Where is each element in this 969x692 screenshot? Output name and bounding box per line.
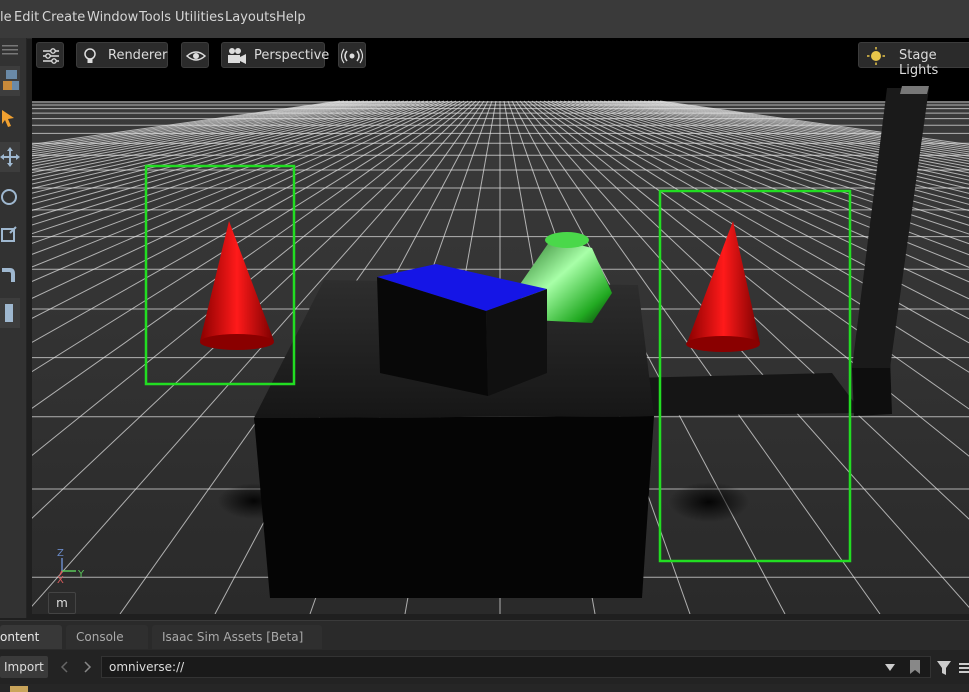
tab-console-label: Console <box>76 630 124 644</box>
stage-lights-label: Stage Lights <box>899 48 939 78</box>
menu-edit[interactable]: Edit <box>14 10 39 25</box>
filter-icon[interactable] <box>936 660 952 676</box>
axis-x-label: X <box>57 575 64 586</box>
tab-isaac-sim-assets[interactable]: Isaac Sim Assets [Beta] <box>152 625 322 649</box>
camera-button[interactable]: Perspective <box>221 42 329 68</box>
menu-bar: le Edit Create Window Tools Utilities La… <box>0 0 969 39</box>
menu-create[interactable]: Create <box>42 10 85 25</box>
blue-cube <box>377 264 547 396</box>
content-browser-top-edge <box>0 684 969 692</box>
broadcast-icon <box>341 48 363 64</box>
menu-layouts[interactable]: Layouts <box>225 10 276 25</box>
rotate-tool-icon[interactable] <box>0 182 22 212</box>
menu-window[interactable]: Window <box>87 10 138 25</box>
content-path-bar: Import omniverse:// <box>0 650 969 684</box>
bookmark-icon[interactable] <box>908 659 922 675</box>
pointer-tool-icon[interactable] <box>0 104 22 134</box>
visibility-button[interactable] <box>181 42 209 68</box>
menu-utilities[interactable]: Utilities <box>175 10 224 25</box>
menu-file[interactable]: le <box>0 10 12 25</box>
snap-tool-icon[interactable] <box>0 260 22 290</box>
unit-badge[interactable]: m <box>48 592 76 614</box>
hamburger-icon[interactable] <box>957 661 969 675</box>
axis-y-label: Y <box>77 569 85 580</box>
scale-tool-icon[interactable] <box>0 220 22 250</box>
move-tool-icon[interactable] <box>0 142 22 172</box>
chevron-right-icon[interactable] <box>80 660 94 674</box>
select-mode-icon[interactable] <box>0 66 22 96</box>
tab-content-label: ontent <box>0 630 40 644</box>
viewport[interactable]: Z Y X Renderer Perspective Stage Lights … <box>32 38 969 614</box>
sliders-icon <box>43 48 59 64</box>
folder-icon <box>10 686 28 692</box>
renderer-button[interactable]: Renderer <box>76 42 168 68</box>
renderer-label: Renderer <box>108 48 168 63</box>
sky <box>32 38 969 104</box>
play-tool-icon[interactable] <box>0 298 22 328</box>
menu-help[interactable]: Help <box>276 10 306 25</box>
axis-z-label: Z <box>57 548 64 559</box>
eye-icon <box>186 51 206 61</box>
path-field[interactable]: omniverse:// <box>101 656 931 678</box>
camera-label: Perspective <box>254 48 330 63</box>
tool-strip <box>0 38 27 618</box>
sun-icon <box>867 47 885 65</box>
tab-content[interactable]: ontent <box>0 625 62 649</box>
path-value: omniverse:// <box>109 660 185 674</box>
tab-console[interactable]: Console <box>66 625 148 649</box>
scene-render[interactable]: Z Y X <box>32 38 969 614</box>
lightbulb-icon <box>84 48 96 63</box>
grip-icon[interactable] <box>0 42 22 56</box>
menu-tools[interactable]: Tools <box>139 10 171 25</box>
cone-shadow-right <box>669 482 749 522</box>
viewport-settings-button[interactable] <box>36 42 64 68</box>
chevron-left-icon[interactable] <box>58 660 72 674</box>
caret-down-icon[interactable] <box>884 661 896 673</box>
stage-lights-button[interactable]: Stage Lights <box>858 42 969 78</box>
panel-tab-bar: ontent Console Isaac Sim Assets [Beta] <box>0 620 969 651</box>
camera-icon <box>228 48 246 64</box>
stream-button[interactable] <box>338 42 366 68</box>
tab-isaac-sim-assets-label: Isaac Sim Assets [Beta] <box>162 630 304 644</box>
import-button[interactable]: Import <box>0 656 48 678</box>
